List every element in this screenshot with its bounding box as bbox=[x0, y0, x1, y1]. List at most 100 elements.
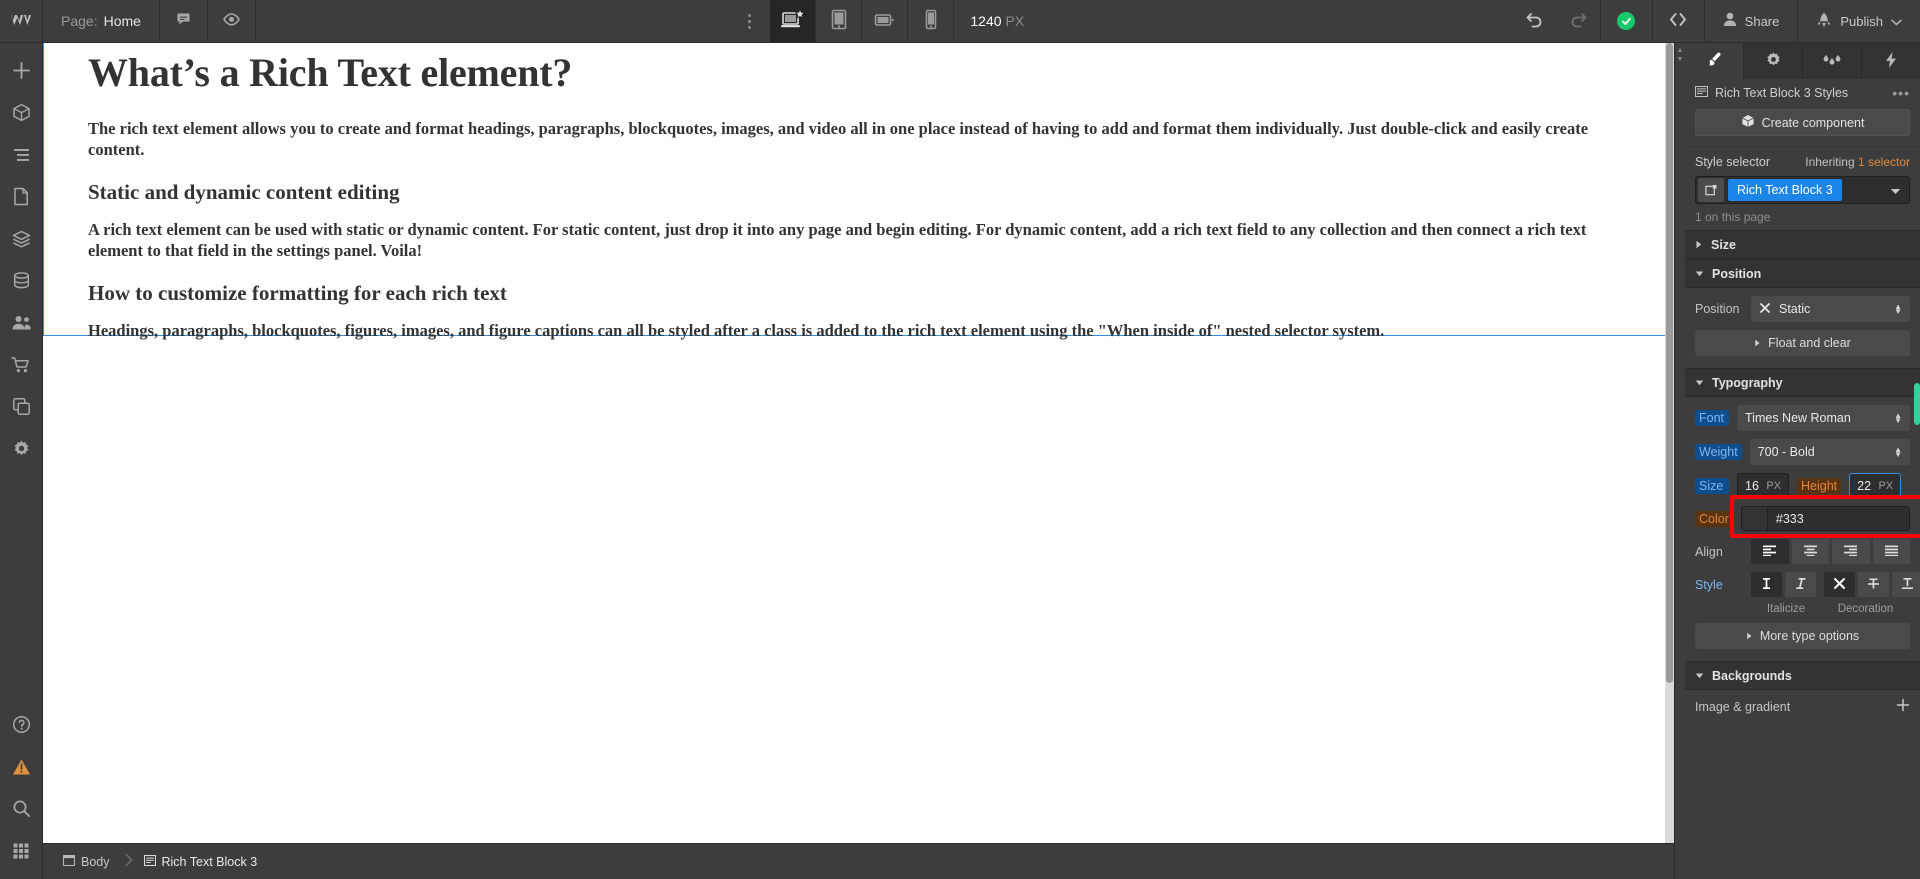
breakpoint-mobile-portrait[interactable] bbox=[908, 0, 955, 42]
sidebar-item-logic[interactable] bbox=[0, 387, 43, 429]
align-center-button[interactable] bbox=[1791, 539, 1829, 564]
page-selector[interactable]: Page: Home bbox=[43, 0, 160, 42]
caret-down-icon[interactable] bbox=[1890, 183, 1901, 198]
sidebar-item-apps[interactable] bbox=[0, 831, 43, 873]
selector-input-field[interactable]: Rich Text Block 3 bbox=[1695, 176, 1910, 204]
section-header-position[interactable]: Position bbox=[1685, 259, 1920, 288]
sidebar-item-ecommerce[interactable] bbox=[0, 345, 43, 387]
strikethrough-button[interactable] bbox=[1858, 572, 1889, 597]
tab-settings[interactable] bbox=[1744, 43, 1803, 79]
code-export-button[interactable] bbox=[1653, 0, 1705, 42]
font-size-unit: PX bbox=[1766, 479, 1781, 492]
italicize-caption: Italicize bbox=[1766, 603, 1806, 615]
breakpoint-overflow-button[interactable] bbox=[728, 0, 770, 42]
caret-down-icon bbox=[1695, 267, 1704, 281]
style-selector-header: Style selector Inheriting 1 selector bbox=[1695, 155, 1910, 169]
sidebar-item-help[interactable] bbox=[0, 705, 43, 747]
breakpoint-desktop[interactable] bbox=[770, 0, 817, 42]
webflow-logo-button[interactable] bbox=[0, 0, 43, 42]
style-panel: ▲ ▼ Rich Text Block 3 Styles ••• Create … bbox=[1674, 43, 1920, 879]
sidebar-item-assets[interactable] bbox=[0, 219, 43, 261]
line-height-input[interactable]: 22 PX bbox=[1849, 473, 1902, 498]
breakpoint-mobile-landscape[interactable] bbox=[862, 0, 909, 42]
panel-scrollbar-thumb[interactable] bbox=[1914, 383, 1920, 425]
canvas-heading: What’s a Rich Text element? bbox=[88, 50, 573, 95]
inheriting-indicator[interactable]: Inheriting 1 selector bbox=[1805, 155, 1910, 169]
stepper-icon[interactable]: ▲ ▼ bbox=[1894, 446, 1902, 459]
page-canvas[interactable]: Rich Text Block 3 What’s a Rich Text ele… bbox=[43, 43, 1674, 843]
viewport-width-unit: PX bbox=[1005, 13, 1025, 29]
decoration-caption: Decoration bbox=[1837, 603, 1894, 615]
viewport-width-indicator[interactable]: 1240 PX bbox=[954, 0, 1040, 42]
panel-scroll-area[interactable]: Size Position Position Static ▲ ▼ Float … bbox=[1685, 230, 1920, 879]
tab-style[interactable] bbox=[1685, 43, 1744, 79]
section-header-backgrounds[interactable]: Backgrounds bbox=[1685, 661, 1920, 690]
redo-button[interactable] bbox=[1557, 0, 1601, 42]
sidebar-item-pages[interactable] bbox=[0, 177, 43, 219]
section-header-size[interactable]: Size bbox=[1685, 230, 1920, 259]
sidebar-item-search[interactable] bbox=[0, 789, 43, 831]
selector-icon[interactable] bbox=[1698, 178, 1724, 202]
font-dropdown[interactable]: Times New Roman ▲ ▼ bbox=[1737, 405, 1910, 431]
upright-button[interactable] bbox=[1751, 572, 1782, 597]
layers-list-icon bbox=[12, 147, 31, 166]
breadcrumb-item-rich-text-block-3[interactable]: Rich Text Block 3 bbox=[134, 851, 272, 873]
publish-button[interactable]: Publish bbox=[1798, 0, 1920, 42]
sidebar-item-settings[interactable] bbox=[0, 429, 43, 471]
caret-down-icon bbox=[1695, 376, 1704, 390]
align-justify-button[interactable] bbox=[1872, 539, 1910, 564]
section-label: Position bbox=[1712, 266, 1762, 281]
selected-element-rich-text-block[interactable]: Rich Text Block 3 What’s a Rich Text ele… bbox=[43, 43, 1674, 340]
comments-button[interactable] bbox=[160, 0, 208, 42]
color-value: #333 bbox=[1775, 511, 1804, 526]
add-background-button[interactable] bbox=[1896, 698, 1910, 715]
stepper-icon[interactable]: ▲ ▼ bbox=[1894, 412, 1902, 425]
breakpoint-tablet[interactable] bbox=[816, 0, 863, 42]
italic-i-icon bbox=[1795, 577, 1807, 593]
preview-button[interactable] bbox=[208, 0, 256, 42]
tab-effects[interactable] bbox=[1862, 43, 1920, 79]
stepper-icon[interactable]: ▲ ▼ bbox=[1894, 303, 1902, 316]
font-size-value: 16 bbox=[1745, 478, 1759, 493]
panel-edge-scroll[interactable]: ▲ ▼ bbox=[1675, 43, 1685, 879]
upright-i-icon bbox=[1761, 577, 1772, 593]
height-label: Height bbox=[1797, 477, 1842, 494]
float-and-clear-row[interactable]: Float and clear bbox=[1695, 330, 1910, 356]
ellipsis-icon[interactable]: ••• bbox=[1892, 85, 1910, 101]
breadcrumb-item-body[interactable]: Body bbox=[53, 851, 124, 873]
undo-button[interactable] bbox=[1513, 0, 1557, 42]
mobile-portrait-icon bbox=[924, 9, 938, 33]
weight-dropdown[interactable]: 700 - Bold ▲ ▼ bbox=[1749, 439, 1910, 465]
selector-tag[interactable]: Rich Text Block 3 bbox=[1728, 179, 1842, 201]
align-left-button[interactable] bbox=[1751, 539, 1789, 564]
italic-button[interactable] bbox=[1785, 572, 1816, 597]
sidebar-item-navigator[interactable] bbox=[0, 135, 43, 177]
create-component-button[interactable]: Create component bbox=[1695, 109, 1910, 136]
section-header-typography[interactable]: Typography bbox=[1685, 368, 1920, 397]
scroll-up-arrow-icon[interactable]: ▲ bbox=[1677, 47, 1684, 54]
caret-down-icon bbox=[1695, 669, 1704, 683]
sidebar-item-components[interactable] bbox=[0, 93, 43, 135]
color-field[interactable]: #333 bbox=[1740, 506, 1910, 531]
inheriting-count: 1 selector bbox=[1857, 155, 1910, 169]
page-name: Home bbox=[103, 13, 141, 29]
save-status-button[interactable] bbox=[1601, 0, 1653, 42]
sidebar-item-video-tutorials[interactable] bbox=[0, 747, 43, 789]
position-dropdown[interactable]: Static ▲ ▼ bbox=[1751, 296, 1910, 322]
scroll-down-arrow-icon[interactable]: ▼ bbox=[1677, 56, 1684, 63]
canvas-scrollbar-thumb[interactable] bbox=[1666, 43, 1673, 683]
tab-interactions[interactable] bbox=[1803, 43, 1862, 79]
style-selector-block: Style selector Inheriting 1 selector Ric… bbox=[1685, 146, 1920, 230]
more-type-options-row[interactable]: More type options bbox=[1695, 623, 1910, 649]
share-button[interactable]: Share bbox=[1705, 0, 1799, 42]
sidebar-item-cms[interactable] bbox=[0, 261, 43, 303]
canvas-scrollbar[interactable] bbox=[1665, 43, 1674, 843]
sidebar-item-add-elements[interactable] bbox=[0, 51, 43, 93]
decoration-none-button[interactable] bbox=[1824, 572, 1855, 597]
sidebar-item-users[interactable] bbox=[0, 303, 43, 345]
align-right-button[interactable] bbox=[1832, 539, 1870, 564]
redo-icon bbox=[1569, 11, 1588, 31]
color-swatch[interactable] bbox=[1741, 507, 1768, 530]
underline-button[interactable] bbox=[1892, 572, 1920, 597]
font-size-input[interactable]: 16 PX bbox=[1737, 473, 1789, 498]
